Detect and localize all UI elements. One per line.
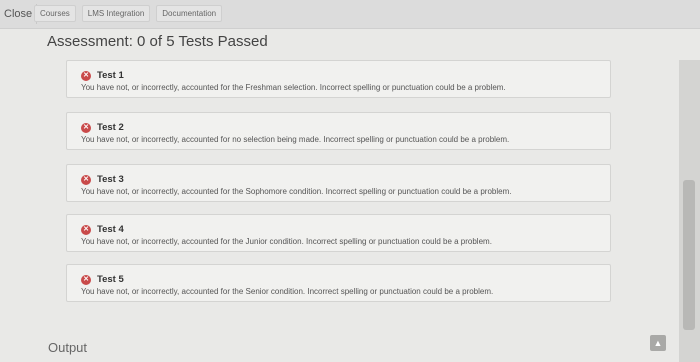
scrollbar[interactable] (679, 60, 700, 362)
x-circle-icon: ✕ (81, 174, 91, 185)
test-message: You have not, or incorrectly, accounted … (81, 187, 512, 196)
output-label: Output (48, 340, 88, 355)
assessment-title: Assessment: 0 of 5 Tests Passed (47, 33, 268, 50)
top-nav: Courses LMS Integration Documentation (34, 5, 223, 22)
test-title: Test 1 (97, 70, 124, 81)
chevron-up-icon[interactable]: ▲ (650, 335, 666, 351)
close-button[interactable]: Close (0, 4, 38, 24)
test-title: Test 5 (97, 274, 124, 285)
x-circle-icon: ✕ (81, 122, 91, 133)
top-bar: Close Courses LMS Integration Documentat… (0, 0, 700, 29)
test-message: You have not, or incorrectly, accounted … (81, 237, 492, 246)
test-message: You have not, or incorrectly, accounted … (81, 287, 494, 296)
test-result-card: ✕ Test 1 You have not, or incorrectly, a… (66, 60, 611, 98)
x-circle-icon: ✕ (81, 70, 91, 81)
test-title: Test 4 (97, 224, 124, 235)
test-result-card: ✕ Test 5 You have not, or incorrectly, a… (66, 264, 611, 302)
test-result-card: ✕ Test 3 You have not, or incorrectly, a… (66, 164, 611, 202)
nav-courses[interactable]: Courses (34, 5, 76, 22)
nav-lms-integration[interactable]: LMS Integration (81, 5, 151, 22)
scrollbar-thumb[interactable] (683, 180, 695, 330)
x-circle-icon: ✕ (81, 274, 91, 285)
test-result-card: ✕ Test 4 You have not, or incorrectly, a… (66, 214, 611, 252)
test-result-card: ✕ Test 2 You have not, or incorrectly, a… (66, 112, 611, 150)
test-message: You have not, or incorrectly, accounted … (81, 135, 510, 144)
test-message: You have not, or incorrectly, accounted … (81, 83, 506, 92)
nav-documentation[interactable]: Documentation (156, 5, 223, 22)
x-circle-icon: ✕ (81, 224, 91, 235)
test-title: Test 2 (97, 122, 124, 133)
test-title: Test 3 (97, 174, 124, 185)
